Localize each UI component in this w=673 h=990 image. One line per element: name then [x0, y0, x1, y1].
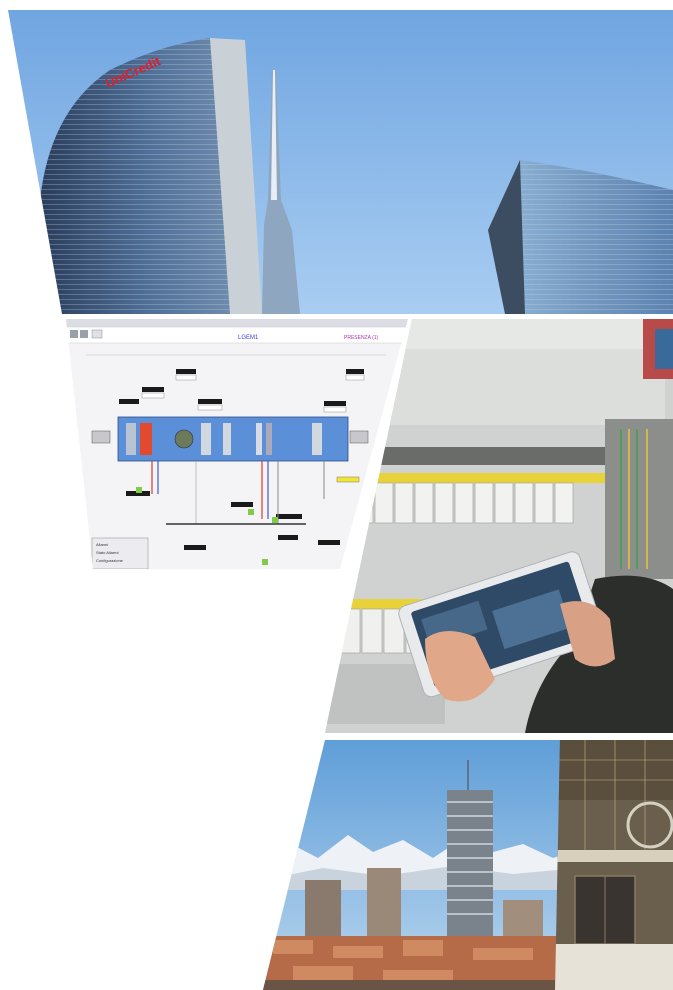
city-illustration	[263, 740, 579, 990]
legend-row: Allarmi	[96, 542, 108, 547]
city-skyline-photo	[263, 740, 579, 990]
skyscrapers-photo: UniCredit	[8, 10, 673, 314]
scada-title: LGEM1	[238, 335, 259, 341]
city-tower	[447, 790, 493, 940]
legend-row: Configurazione	[96, 558, 124, 563]
skyscrapers-illustration: UniCredit	[8, 10, 673, 314]
scada-screen-photo: LGEM1 PRESENZA (1) Allarmi Stato Allarmi…	[66, 319, 408, 569]
scada-illustration: LGEM1 PRESENZA (1) Allarmi Stato Allarmi…	[66, 319, 408, 569]
legend-row: Stato Allarmi	[96, 550, 119, 555]
scada-corner-label: PRESENZA (1)	[344, 335, 379, 341]
floor	[555, 944, 673, 990]
interior-photo	[555, 740, 673, 990]
interior-illustration	[555, 740, 673, 990]
